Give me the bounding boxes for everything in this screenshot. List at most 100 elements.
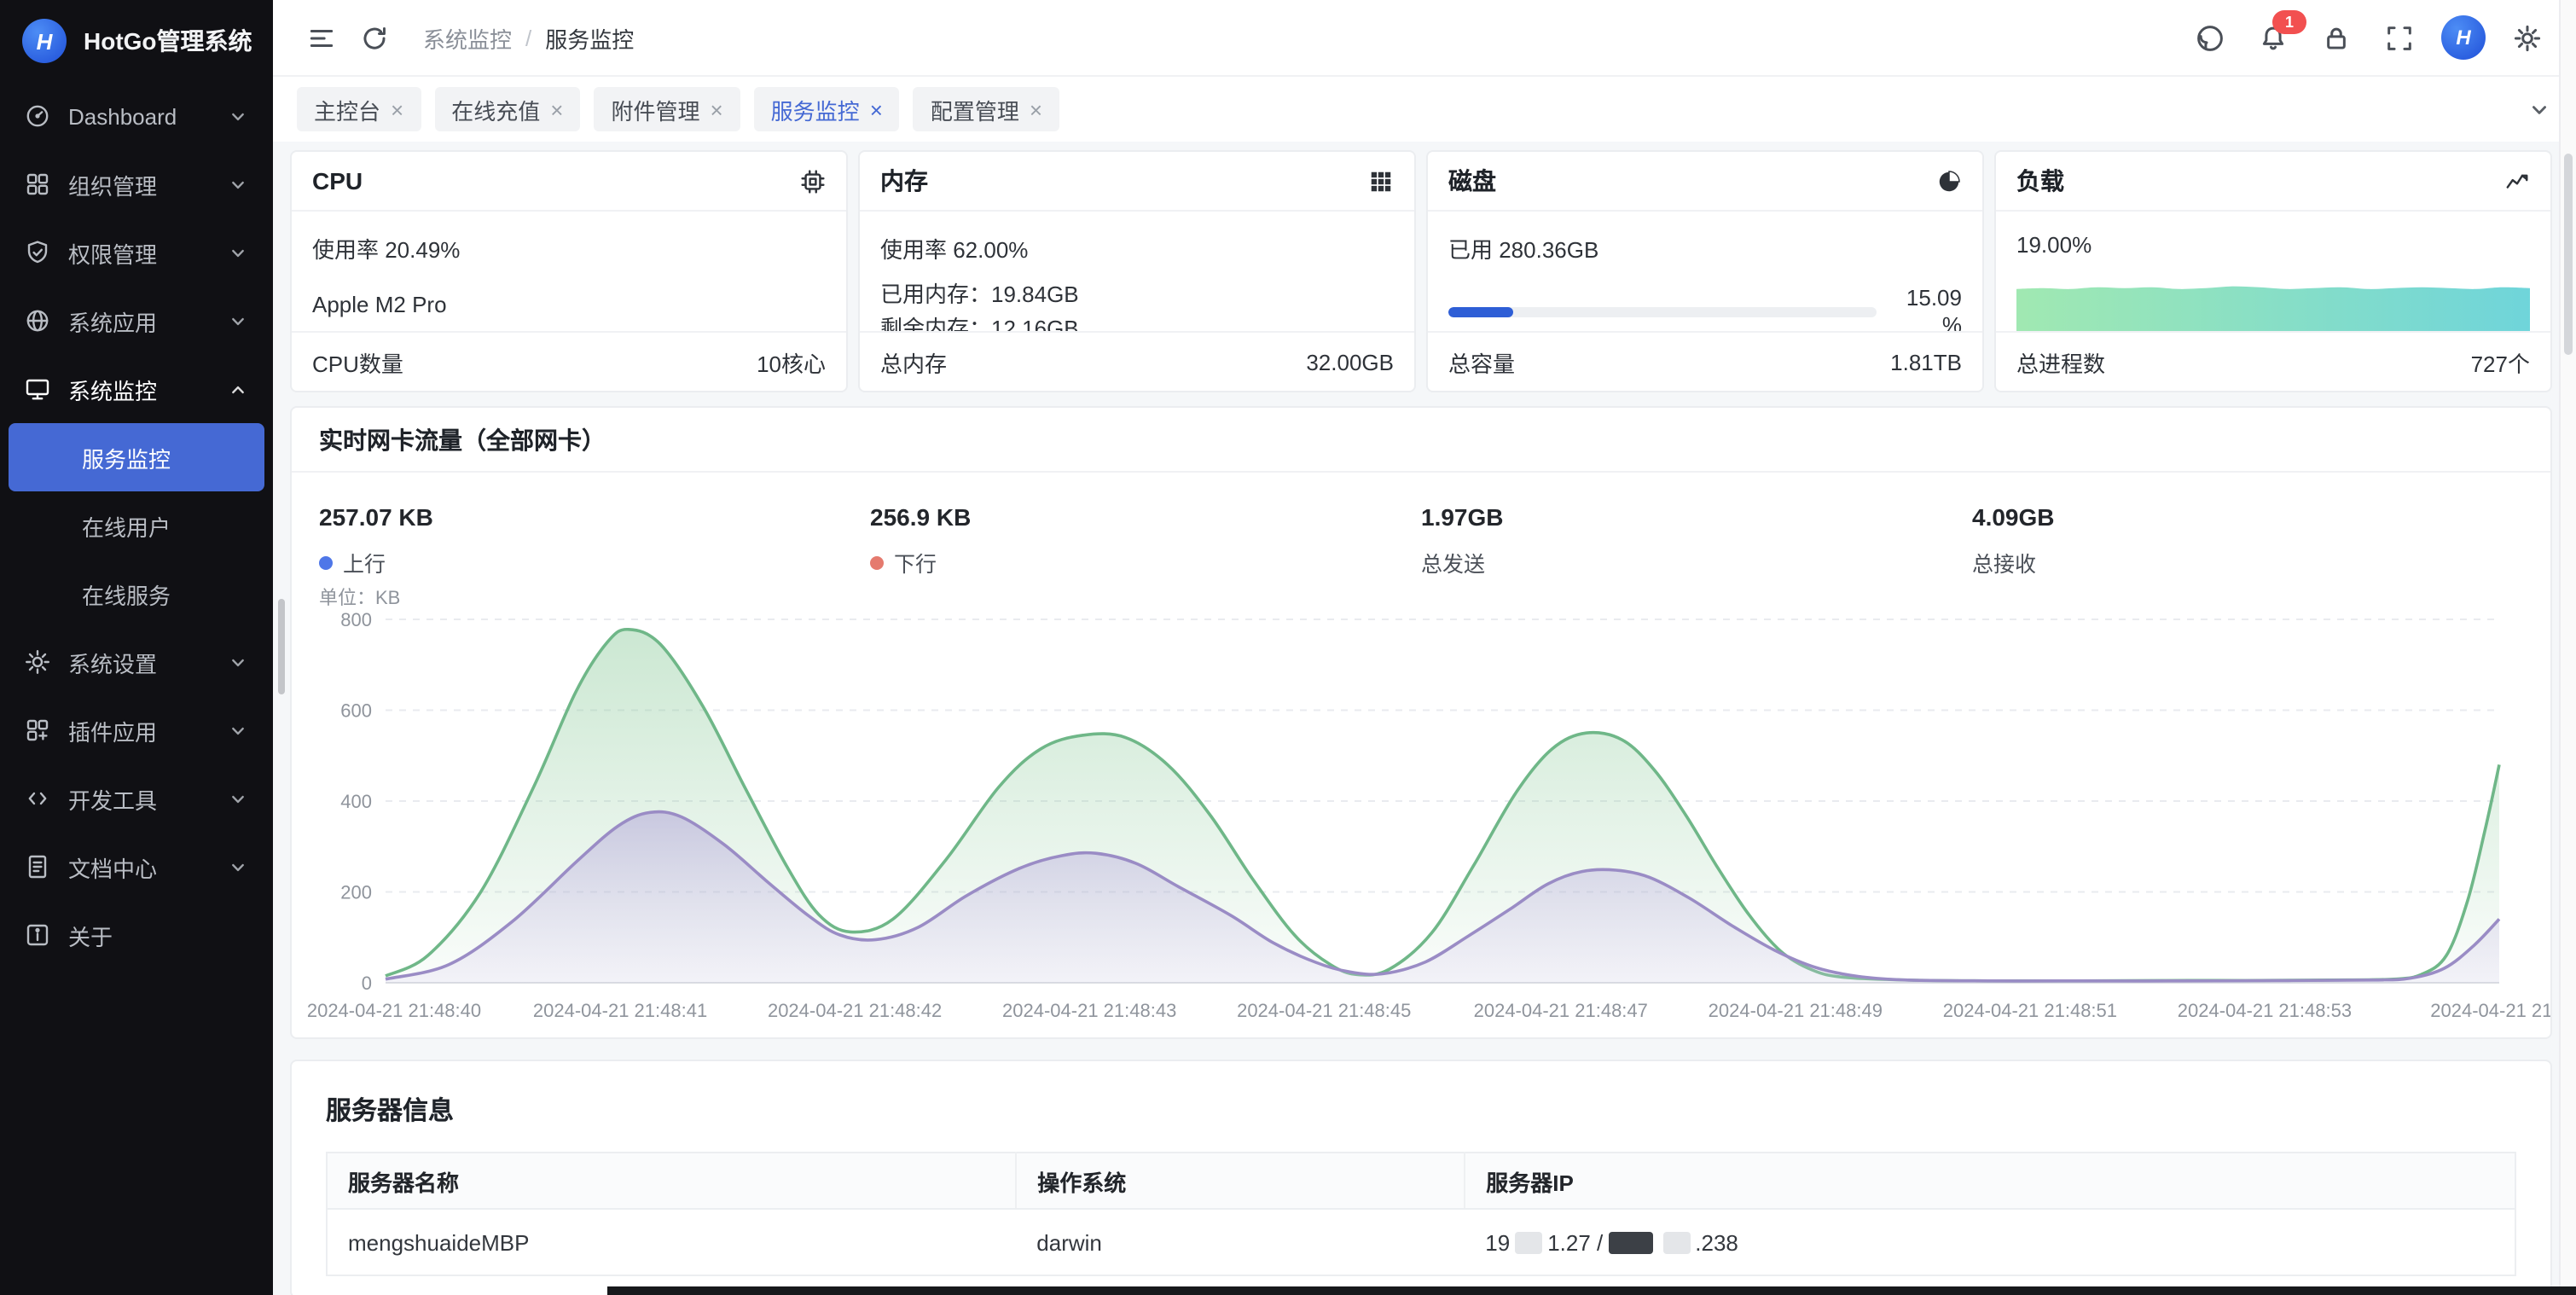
sidebar-item-label: 系统应用 bbox=[68, 305, 157, 337]
scrollbar-thumb[interactable] bbox=[2564, 154, 2573, 355]
tab-console[interactable]: 主控台 × bbox=[297, 87, 421, 131]
svg-text:800: 800 bbox=[340, 609, 372, 630]
server-os-cell: darwin bbox=[1016, 1209, 1465, 1275]
sidebar-item-system-settings[interactable]: 系统设置 bbox=[0, 628, 273, 696]
traffic-stat-down: 256.9 KB 下行 bbox=[870, 503, 1421, 578]
server-table: 服务器名称 操作系统 服务器IP mengshuaideMBP darwin 1… bbox=[326, 1152, 2516, 1276]
sidebar-item-dashboard[interactable]: Dashboard bbox=[0, 82, 273, 150]
refresh-button[interactable] bbox=[353, 16, 396, 59]
tab-close-icon[interactable]: × bbox=[870, 98, 883, 120]
load-value: 19.00% bbox=[2016, 232, 2530, 258]
svg-text:2024-04-21 21:48:47: 2024-04-21 21:48:47 bbox=[1474, 1000, 1648, 1021]
sidebar-item-label: 插件应用 bbox=[68, 714, 157, 746]
cpu-card-title: CPU bbox=[312, 167, 363, 195]
tab-close-icon[interactable]: × bbox=[1030, 98, 1042, 120]
gear-icon bbox=[2513, 23, 2542, 52]
svg-text:2024-04-21 21:48:51: 2024-04-21 21:48:51 bbox=[1943, 1000, 2117, 1021]
traffic-stat-value: 257.07 KB bbox=[319, 503, 870, 531]
disk-card-title: 磁盘 bbox=[1448, 164, 1496, 198]
sidebar-menu: Dashboard 组织管理 权限管理 系统应用 系统监控 bbox=[0, 82, 273, 969]
lock-screen-button[interactable] bbox=[2315, 16, 2358, 59]
svg-text:600: 600 bbox=[340, 700, 372, 722]
tab-close-icon[interactable]: × bbox=[550, 98, 563, 120]
tab-label: 附件管理 bbox=[611, 93, 699, 125]
tab-online-recharge[interactable]: 在线充值 × bbox=[434, 87, 580, 131]
ip-redaction-block bbox=[1515, 1231, 1542, 1253]
gear-icon bbox=[24, 648, 51, 676]
traffic-stat-value: 256.9 KB bbox=[870, 503, 1421, 531]
tab-close-icon[interactable]: × bbox=[391, 98, 403, 120]
traffic-card: 实时网卡流量（全部网卡） 257.07 KB 上行 256.9 KB 下行 1.… bbox=[290, 406, 2552, 1039]
sidebar-subitem-online-users[interactable]: 在线用户 bbox=[9, 491, 264, 560]
notification-badge: 1 bbox=[2272, 9, 2306, 33]
memory-usage: 使用率 62.00% bbox=[880, 232, 1394, 264]
cpu-icon bbox=[800, 168, 826, 194]
svg-text:2024-04-21 21:48:43: 2024-04-21 21:48:43 bbox=[1002, 1000, 1176, 1021]
traffic-stat-label: 下行 bbox=[894, 546, 937, 578]
sidebar-item-docs[interactable]: 文档中心 bbox=[0, 833, 273, 901]
sidebar-item-devtools[interactable]: 开发工具 bbox=[0, 764, 273, 833]
traffic-chart-svg: 0200400600800单位：KB2024-04-21 21:48:40202… bbox=[292, 585, 2550, 1037]
settings-button[interactable] bbox=[2506, 16, 2549, 59]
tab-options-button[interactable] bbox=[2527, 96, 2552, 122]
chevron-down-icon bbox=[227, 651, 249, 673]
traffic-stat-label: 上行 bbox=[343, 546, 386, 578]
app-logo[interactable]: H HotGo管理系统 bbox=[0, 0, 273, 82]
chevron-down-icon bbox=[2527, 96, 2552, 122]
sidebar-item-system-app[interactable]: 系统应用 bbox=[0, 287, 273, 355]
sider-resize-handle[interactable] bbox=[278, 599, 285, 694]
memory-free: 剩余内存：12.16GB bbox=[880, 311, 1394, 331]
cpu-usage: 使用率 20.49% bbox=[312, 232, 826, 264]
cpu-model: Apple M2 Pro bbox=[312, 292, 826, 317]
tab-attachments[interactable]: 附件管理 × bbox=[594, 87, 740, 131]
memory-card-title: 内存 bbox=[880, 164, 928, 198]
sidebar-subitem-service-monitor[interactable]: 服务监控 bbox=[9, 423, 264, 491]
sidebar: H HotGo管理系统 Dashboard 组织管理 权限管理 系统应用 bbox=[0, 0, 273, 1295]
sidebar-subitem-online-services[interactable]: 在线服务 bbox=[9, 560, 264, 628]
sidebar-item-label: 关于 bbox=[68, 919, 113, 951]
traffic-card-title: 实时网卡流量（全部网卡） bbox=[292, 408, 2550, 473]
chevron-down-icon bbox=[227, 787, 249, 810]
tab-close-icon[interactable]: × bbox=[710, 98, 722, 120]
breadcrumb: 系统监控 / 服务监控 bbox=[423, 21, 634, 54]
sidebar-item-label: 系统设置 bbox=[68, 646, 157, 678]
svg-text:2024-04-21 21:48:45: 2024-04-21 21:48:45 bbox=[1237, 1000, 1411, 1021]
traffic-stat-up: 257.07 KB 上行 bbox=[319, 503, 870, 578]
breadcrumb-parent[interactable]: 系统监控 bbox=[423, 21, 512, 54]
svg-text:2024-04-21 21:48:40: 2024-04-21 21:48:40 bbox=[307, 1000, 481, 1021]
sidebar-item-permission[interactable]: 权限管理 bbox=[0, 218, 273, 287]
memory-card: 内存 使用率 62.00% 已用内存：19.84GB 剩余内存：12.16GB … bbox=[858, 150, 1416, 392]
load-card-title: 负载 bbox=[2016, 164, 2064, 198]
disk-used: 已用 280.36GB bbox=[1448, 232, 1962, 264]
sidebar-item-org[interactable]: 组织管理 bbox=[0, 150, 273, 218]
tab-service-monitor[interactable]: 服务监控 × bbox=[754, 87, 900, 131]
sidebar-subitem-label: 在线服务 bbox=[82, 578, 171, 610]
legend-dot bbox=[870, 555, 884, 569]
sidebar-collapse-button[interactable] bbox=[300, 16, 343, 59]
sidebar-item-label: Dashboard bbox=[68, 103, 177, 129]
breadcrumb-separator: / bbox=[525, 25, 531, 50]
sidebar-item-label: 文档中心 bbox=[68, 851, 157, 883]
tab-config[interactable]: 配置管理 × bbox=[914, 87, 1059, 131]
cpu-footer-label: CPU数量 bbox=[312, 346, 403, 378]
disk-percent: 15.09 % bbox=[1890, 285, 1962, 331]
github-button[interactable] bbox=[2189, 16, 2231, 59]
sidebar-item-about[interactable]: 关于 bbox=[0, 901, 273, 969]
server-table-row: mengshuaideMBP darwin 191.27 /.238 bbox=[327, 1209, 2515, 1275]
logo-icon: H bbox=[22, 19, 67, 63]
sidebar-item-plugins[interactable]: 插件应用 bbox=[0, 696, 273, 764]
server-info-title: 服务器信息 bbox=[292, 1061, 2550, 1152]
monitor-icon bbox=[24, 375, 51, 403]
pie-chart-icon bbox=[1936, 168, 1962, 194]
load-footer-value: 727个 bbox=[2471, 346, 2530, 378]
page-scrollbar[interactable] bbox=[2559, 0, 2576, 1295]
notifications-button[interactable]: 1 bbox=[2252, 16, 2295, 59]
fullscreen-button[interactable] bbox=[2378, 16, 2421, 59]
tab-label: 在线充值 bbox=[451, 93, 540, 125]
sidebar-subitem-label: 在线用户 bbox=[82, 509, 171, 542]
user-avatar[interactable]: H bbox=[2441, 15, 2486, 60]
sidebar-item-system-monitor[interactable]: 系统监控 bbox=[0, 355, 273, 423]
disk-progress-track bbox=[1448, 308, 1877, 318]
traffic-stats: 257.07 KB 上行 256.9 KB 下行 1.97GB 总发送 4.09… bbox=[292, 473, 2550, 585]
breadcrumb-current: 服务监控 bbox=[545, 21, 634, 54]
